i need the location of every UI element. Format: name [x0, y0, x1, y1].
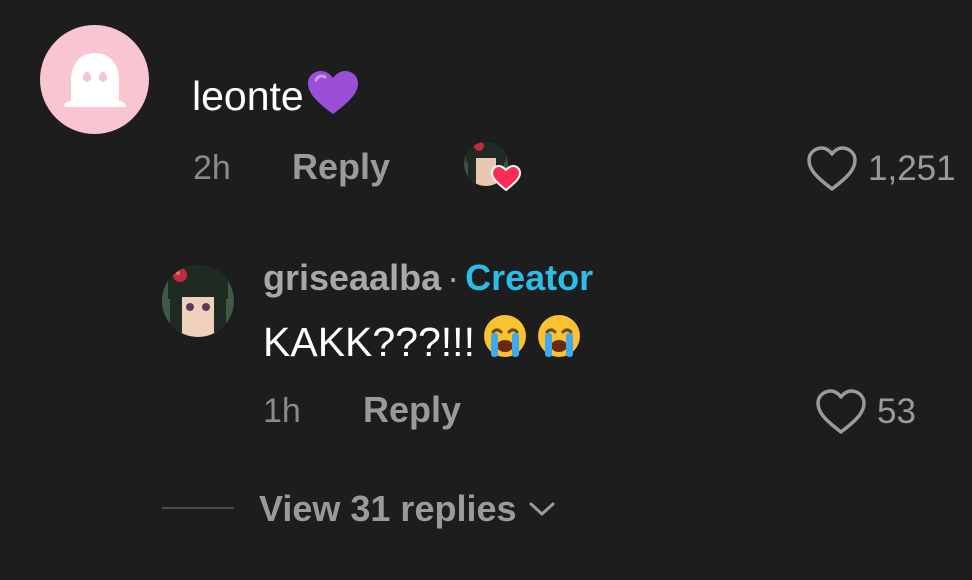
- view-replies-button[interactable]: View 31 replies: [259, 487, 555, 531]
- like-button[interactable]: 1,251: [806, 145, 956, 193]
- heart-outline-icon: [816, 389, 866, 434]
- crying-face-icon: [481, 312, 529, 371]
- comment-author[interactable]: leonte: [192, 70, 360, 126]
- like-button[interactable]: 53: [815, 388, 916, 436]
- comment-time: 2h: [193, 149, 231, 187]
- chevron-down-icon: [529, 502, 555, 516]
- reply-time: 1h: [263, 392, 301, 430]
- creator-liked-indicator: [462, 140, 522, 192]
- comment-thread: leonte 2h Reply 1,251 griseaalba · Creat…: [0, 0, 972, 580]
- purple-heart-icon: [306, 70, 360, 126]
- view-replies-label: View 31 replies: [259, 488, 517, 529]
- avatar[interactable]: [40, 25, 149, 134]
- reply-text: KAKK???!!!: [263, 312, 583, 371]
- crying-face-icon: [535, 312, 583, 371]
- like-count: 53: [877, 392, 916, 431]
- separator-dot: ·: [447, 257, 460, 298]
- reply-button[interactable]: Reply: [292, 146, 390, 188]
- reply-text-content: KAKK???!!!: [263, 318, 475, 365]
- divider: [162, 507, 234, 509]
- comment-author-name: leonte: [192, 73, 304, 119]
- ghost-icon: [63, 52, 126, 107]
- creator-badge: Creator: [465, 257, 594, 298]
- reply-header: griseaalba · Creator: [263, 256, 593, 300]
- reply-username[interactable]: griseaalba: [263, 257, 441, 298]
- avatar[interactable]: [162, 265, 234, 337]
- like-count: 1,251: [868, 149, 956, 188]
- reply-button[interactable]: Reply: [363, 389, 461, 431]
- heart-outline-icon: [807, 146, 857, 191]
